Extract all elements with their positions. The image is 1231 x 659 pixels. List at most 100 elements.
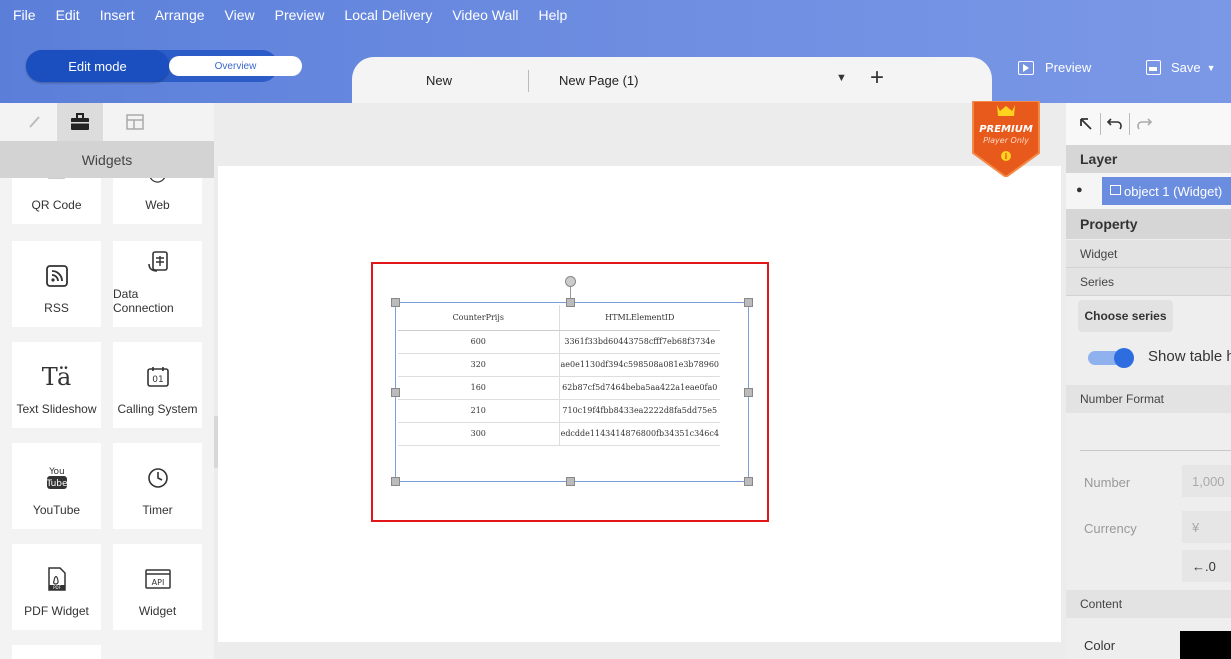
tab-new[interactable]: New <box>394 57 484 103</box>
edit-mode-button[interactable]: Edit mode <box>26 50 169 82</box>
visibility-eye-icon[interactable]: ● <box>1076 184 1083 196</box>
layer-object-item[interactable]: object 1 (Widget) <box>1102 177 1231 205</box>
widget-card-text-slideshow[interactable]: Tä Text Slideshow <box>12 342 101 428</box>
choose-series-button[interactable]: Choose series <box>1078 300 1173 332</box>
widget-label: Widget <box>138 604 177 618</box>
menu-view[interactable]: View <box>215 7 265 23</box>
play-icon <box>1018 60 1034 75</box>
table-row: 320 ae0e1130df394c598508a081e3b78960 <box>398 353 720 377</box>
youtube-icon: You Tube <box>46 461 68 495</box>
currency-select[interactable]: ¥ <box>1182 511 1231 543</box>
widget-label: PDF Widget <box>24 604 89 618</box>
data-table[interactable]: CounterPrijs HTMLElementID 600 3361f33bd… <box>398 305 720 446</box>
save-label: Save <box>1171 60 1201 75</box>
pencil-tool-icon[interactable] <box>12 103 58 141</box>
table-cell: 160 <box>398 376 560 400</box>
layout-tool-icon[interactable] <box>112 103 158 141</box>
widget-subsection[interactable]: Widget <box>1066 240 1231 268</box>
widget-card-pdf[interactable]: PDF PDF Widget <box>12 544 101 630</box>
number-format-subsection[interactable]: Number Format <box>1066 385 1231 413</box>
color-label: Color <box>1084 638 1116 653</box>
decimal-places-button[interactable]: ←.0 <box>1182 550 1231 582</box>
widget-label: Calling System <box>117 402 198 416</box>
number-format-input[interactable]: 1,000 <box>1182 465 1231 497</box>
rss-icon <box>45 259 68 293</box>
property-panel: Layer ● object 1 (Widget) Property Widge… <box>1066 103 1231 659</box>
premium-label: PREMIUM <box>979 124 1033 135</box>
mode-toggle: Edit mode Overview <box>26 50 302 82</box>
menu-help[interactable]: Help <box>529 7 578 23</box>
widget-card-timer[interactable]: Timer <box>113 443 202 529</box>
pointer-icon[interactable] <box>1072 110 1100 138</box>
save-icon <box>1146 60 1161 75</box>
pdf-icon: PDF <box>46 562 68 596</box>
color-swatch[interactable] <box>1180 631 1231 659</box>
briefcase-tool-icon[interactable] <box>57 103 103 141</box>
data-connection-icon <box>146 245 170 279</box>
resize-handle-e[interactable] <box>744 388 753 397</box>
widget-card-api-widget[interactable]: API Widget <box>113 544 202 630</box>
menu-insert[interactable]: Insert <box>90 7 145 23</box>
widget-card-web[interactable]: ◡ Web <box>113 178 202 224</box>
table-cell: 210 <box>398 399 560 423</box>
redo-icon[interactable] <box>1130 110 1158 138</box>
save-button[interactable]: Save ▼ <box>1146 60 1216 75</box>
widget-card-youtube[interactable]: You Tube YouTube <box>12 443 101 529</box>
table-cell: 62b87cf5d7464beba5aa422a1eae0fa0 <box>559 376 720 400</box>
widget-label: Web <box>145 198 170 212</box>
table-row: 160 62b87cf5d7464beba5aa422a1eae0fa0 <box>398 376 720 400</box>
widget-card-rss[interactable]: RSS <box>12 241 101 327</box>
preview-button[interactable]: Preview <box>1018 60 1091 75</box>
widget-card-data-connection[interactable]: Data Connection <box>113 241 202 327</box>
undo-icon[interactable] <box>1101 110 1129 138</box>
svg-text:i: i <box>1005 152 1008 161</box>
resize-handle-s[interactable] <box>566 477 575 486</box>
add-page-icon[interactable]: + <box>870 66 884 90</box>
tab-new-page[interactable]: New Page (1) <box>559 57 638 103</box>
left-toolbar <box>0 103 214 141</box>
menu-video-wall[interactable]: Video Wall <box>442 7 528 23</box>
widget-card-qr-code[interactable]: ▭ QR Code <box>12 178 101 224</box>
table-cell: 710c19f4fbb8433ea2222d8fa5dd75e5 <box>559 399 720 423</box>
table-row: 600 3361f33bd60443758cfff7eb68f3734e <box>398 330 720 354</box>
table-cell: 300 <box>398 422 560 446</box>
page-dropdown-icon[interactable]: ▼ <box>836 72 847 84</box>
table-cell: 600 <box>398 330 560 354</box>
table-row: 210 710c19f4fbb8433ea2222d8fa5dd75e5 <box>398 399 720 423</box>
layer-row[interactable]: ● object 1 (Widget) <box>1066 173 1231 209</box>
resize-handle-ne[interactable] <box>744 298 753 307</box>
series-subsection[interactable]: Series <box>1066 268 1231 296</box>
premium-badge[interactable]: PREMIUM Player Only i <box>969 100 1043 179</box>
rotate-handle[interactable] <box>565 276 576 287</box>
number-label: Number <box>1084 475 1131 490</box>
overview-mode-button[interactable]: Overview <box>169 56 302 76</box>
resize-handle-se[interactable] <box>744 477 753 486</box>
page-tab-strip: New New Page (1) ▼ + <box>352 57 992 103</box>
widget-label: Text Slideshow <box>16 402 97 416</box>
text-slideshow-icon: Tä <box>41 363 72 391</box>
menu-local-delivery[interactable]: Local Delivery <box>334 7 442 23</box>
column-header: CounterPrijs <box>398 305 560 331</box>
menu-edit[interactable]: Edit <box>46 7 90 23</box>
show-table-header-toggle[interactable] <box>1088 348 1134 368</box>
property-section-title: Property <box>1066 209 1231 239</box>
resize-handle-sw[interactable] <box>391 477 400 486</box>
preview-label: Preview <box>1045 60 1092 75</box>
content-subsection[interactable]: Content <box>1066 590 1231 618</box>
menu-arrange[interactable]: Arrange <box>145 7 215 23</box>
app-header: File Edit Insert Arrange View Preview Lo… <box>0 0 1231 103</box>
chevron-down-icon[interactable]: ▼ <box>1207 63 1216 73</box>
layer-section-title: Layer <box>1066 145 1231 173</box>
widget-label: RSS <box>44 301 69 315</box>
widget-card-calling-system[interactable]: 01 Calling System <box>113 342 202 428</box>
currency-label: Currency <box>1084 521 1137 536</box>
menu-file[interactable]: File <box>0 7 46 23</box>
menu-preview[interactable]: Preview <box>265 7 335 23</box>
widgets-title: Widgets <box>0 141 214 178</box>
table-cell: ae0e1130df394c598508a081e3b78960 <box>559 353 720 377</box>
widget-card-next[interactable] <box>12 645 101 659</box>
svg-text:01: 01 <box>152 375 163 385</box>
edit-toolbar <box>1066 103 1231 145</box>
widget-label: QR Code <box>31 198 82 212</box>
show-table-header-label: Show table header <box>1148 348 1231 365</box>
